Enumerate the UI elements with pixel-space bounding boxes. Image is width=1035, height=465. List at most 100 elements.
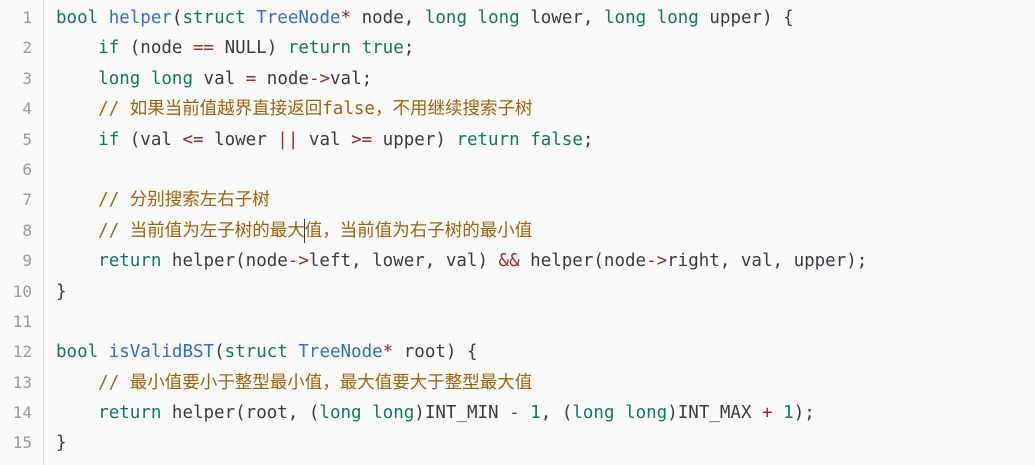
line-number: 13 bbox=[12, 372, 32, 392]
code-token: true bbox=[361, 38, 404, 59]
code-token: left, lower, val) bbox=[308, 251, 499, 272]
code-token: bool bbox=[56, 8, 99, 28]
code-line: return helper(node->left, lower, val) &&… bbox=[56, 246, 1035, 276]
code-token: // 分别搜索左右子树 bbox=[98, 190, 270, 211]
code-token: helper bbox=[108, 8, 172, 28]
code-token: * bbox=[340, 8, 352, 28]
code-token: + bbox=[762, 403, 773, 424]
code-line: // 当前值为左子树的最大值，当前值为右子树的最小值 bbox=[56, 216, 1035, 246]
code-token: } bbox=[56, 281, 67, 302]
line-number: 12 bbox=[12, 342, 32, 362]
code-token: node bbox=[256, 68, 309, 89]
code-token: -> bbox=[646, 251, 668, 272]
code-token: 1 bbox=[783, 403, 794, 424]
code-token: TreeNode bbox=[256, 8, 341, 28]
code-token: return bbox=[287, 38, 352, 59]
code-token: val bbox=[193, 68, 246, 89]
code-token: ; bbox=[582, 129, 594, 150]
code-token: >= bbox=[351, 129, 373, 150]
code-token: <= bbox=[182, 129, 204, 150]
code-token: , ( bbox=[540, 403, 573, 424]
code-line: long long val = node->val; bbox=[56, 64, 1035, 94]
code-token: upper) bbox=[372, 129, 457, 150]
code-line: } bbox=[56, 428, 1035, 458]
code-token: long bbox=[424, 8, 467, 28]
code-token: if bbox=[98, 129, 120, 150]
code-line: if (val <= lower || val >= upper) return… bbox=[56, 125, 1035, 155]
code-token: node, bbox=[351, 8, 425, 28]
code-line: // 如果当前值越界直接返回false，不用继续搜索子树 bbox=[56, 94, 1035, 124]
line-number: 14 bbox=[12, 403, 32, 423]
line-number: 10 bbox=[12, 281, 32, 301]
code-line: // 分别搜索左右子树 bbox=[56, 185, 1035, 215]
line-number: 2 bbox=[22, 38, 32, 58]
code-token: ; bbox=[403, 38, 415, 59]
code-token: long bbox=[625, 403, 668, 424]
code-token: helper(node bbox=[519, 251, 647, 272]
code-token: = bbox=[245, 68, 257, 89]
code-token: long bbox=[656, 8, 699, 28]
code-token: )INT_MAX bbox=[667, 403, 763, 424]
code-token: struct bbox=[224, 342, 288, 363]
line-number: 1 bbox=[22, 8, 32, 27]
code-token: long bbox=[372, 403, 415, 424]
code-token: struct bbox=[182, 8, 246, 28]
code-token: lower, bbox=[519, 8, 604, 28]
line-number: 6 bbox=[22, 159, 32, 179]
code-token: || bbox=[277, 129, 299, 150]
code-token: == bbox=[193, 38, 215, 59]
line-number: 8 bbox=[22, 220, 32, 240]
code-token: )INT_MIN bbox=[414, 403, 510, 424]
code-line: bool helper(struct TreeNode* node, long … bbox=[56, 3, 1035, 33]
code-token: long bbox=[319, 403, 362, 424]
code-token: (node bbox=[119, 38, 193, 59]
code-token: right, val, upper); bbox=[667, 251, 868, 272]
code-token: upper) { bbox=[698, 8, 794, 28]
code-token: return bbox=[456, 129, 520, 150]
code-token: - bbox=[509, 403, 520, 424]
code-block: 1 2 3 4 5 6 7 8 9 10 11 12 13 14 15 bool helper(struct… bbox=[0, 0, 1035, 465]
code-token: long bbox=[477, 8, 520, 28]
line-number: 5 bbox=[22, 129, 32, 149]
line-number-gutter: 1 2 3 4 5 6 7 8 9 10 11 12 13 14 15 bbox=[0, 0, 44, 465]
code-token: long bbox=[98, 68, 141, 89]
code-token: long bbox=[150, 68, 194, 89]
code-token: -> bbox=[287, 251, 309, 272]
code-token: } bbox=[56, 433, 67, 454]
line-number: 3 bbox=[22, 68, 32, 88]
code-token: ); bbox=[793, 403, 815, 424]
code-token: helper(root, ( bbox=[161, 403, 320, 424]
code-token: TreeNode bbox=[298, 342, 383, 363]
code-token: if bbox=[98, 38, 120, 59]
code-token: // 如果当前值越界直接返回false，不用继续搜索子树 bbox=[98, 99, 533, 120]
code-token: // 最小值要小于整型最小值，最大值要大于整型最大值 bbox=[98, 372, 533, 393]
code-token: root) { bbox=[393, 342, 478, 363]
code-token: ( bbox=[171, 8, 183, 28]
code-token: false bbox=[530, 129, 583, 150]
line-number: 11 bbox=[12, 311, 32, 331]
line-number: 7 bbox=[22, 190, 32, 210]
line-number: 15 bbox=[12, 433, 32, 453]
code-token: * bbox=[382, 342, 394, 363]
code-token: val bbox=[298, 129, 352, 150]
code-token: && bbox=[498, 251, 520, 272]
code-token: long bbox=[572, 403, 615, 424]
code-content[interactable]: bool helper(struct TreeNode* node, long … bbox=[44, 0, 1035, 465]
